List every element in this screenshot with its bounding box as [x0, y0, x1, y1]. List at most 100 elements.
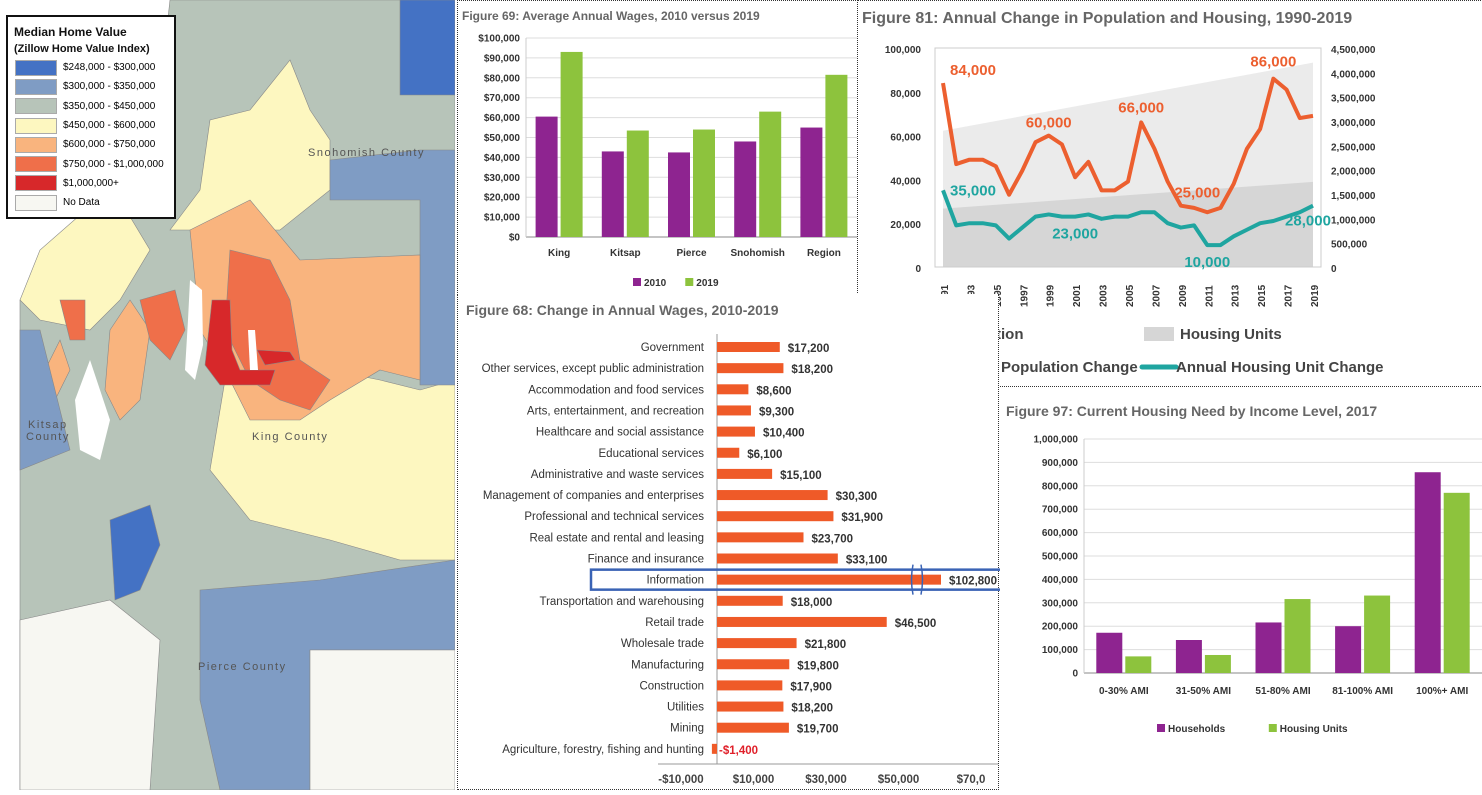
bar-housing-units	[1364, 595, 1391, 673]
category-label: Arts, entertainment, and recreation	[527, 405, 704, 417]
x-tick-label: Region	[807, 248, 841, 259]
legend-swatch	[1268, 724, 1277, 732]
chart-title: Figure 81: Annual Change in Population a…	[862, 10, 1352, 27]
legend-item: $350,000 - $450,000	[15, 97, 174, 116]
county-label-kitsap: Kitsap	[28, 419, 68, 431]
y-right-tick-label: 1,500,000	[1331, 191, 1376, 202]
y-tick-label: $10,000	[484, 213, 521, 224]
bar	[717, 616, 887, 627]
x-tick-label: 2013	[1231, 284, 1242, 307]
y-right-tick-label: 3,500,000	[1331, 94, 1376, 105]
bar	[717, 511, 834, 522]
bar-2010	[535, 116, 558, 237]
bar	[717, 680, 783, 691]
county-label-pierce: Pierce County	[198, 661, 287, 673]
x-tick-label: -$10,000	[658, 774, 703, 786]
bar	[717, 638, 797, 649]
data-label: 86,000	[1250, 54, 1296, 71]
y-right-tick-label: 0	[1331, 264, 1337, 275]
value-label: $15,100	[780, 470, 822, 482]
legend-item: $750,000 - $1,000,000	[15, 154, 174, 173]
x-tick-label: $50,000	[878, 774, 920, 786]
bar	[717, 701, 784, 712]
legend-swatch	[1144, 327, 1174, 341]
bar-housing-units	[1443, 492, 1470, 673]
value-label: $6,100	[747, 449, 782, 461]
data-label: 84,000	[950, 62, 996, 79]
bar-2019	[626, 130, 649, 237]
bar	[717, 490, 828, 501]
x-tick-label: 2011	[1204, 285, 1215, 307]
x-tick-label: 2015	[1257, 284, 1268, 307]
bar-2010	[668, 152, 690, 237]
x-tick-label: 100%+ AMI	[1416, 686, 1468, 697]
y-tick-label: 800,000	[1042, 481, 1079, 492]
y-right-tick-label: 4,500,000	[1331, 45, 1376, 56]
legend-swatch	[685, 278, 694, 286]
bar	[717, 659, 790, 670]
data-label: 23,000	[1052, 226, 1098, 243]
y-tick-label: $50,000	[484, 133, 521, 144]
bar-households	[1255, 622, 1282, 673]
legend-label: 2010	[644, 278, 667, 289]
x-tick-label: 0-30% AMI	[1099, 686, 1149, 697]
category-label: Government	[641, 342, 705, 354]
figure-68-panel: Figure 68: Change in Annual Wages, 2010-…	[457, 294, 1013, 790]
legend-item: $248,000 - $300,000	[15, 58, 174, 77]
bar	[717, 595, 783, 606]
category-label: Utilities	[667, 702, 704, 714]
bar	[717, 342, 780, 352]
category-label: Accommodation and food services	[528, 384, 704, 396]
y-left-tick-label: 40,000	[890, 176, 921, 187]
county-label-king: King County	[252, 431, 329, 443]
category-label: Manufacturing	[631, 659, 704, 671]
legend-swatch	[1157, 724, 1165, 732]
legend-label: Annual Housing Unit Change	[1176, 359, 1384, 376]
value-label: $102,800	[949, 576, 997, 588]
bar	[717, 574, 941, 585]
y-tick-label: 900,000	[1042, 458, 1079, 469]
x-tick-label: 1997	[1019, 284, 1030, 307]
legend-label: Households	[1168, 724, 1226, 735]
legend-label: Housing Units	[1280, 724, 1348, 735]
bar-2019	[693, 129, 715, 237]
bar-households	[1414, 472, 1441, 673]
legend-swatch	[15, 78, 57, 95]
y-left-tick-label: 20,000	[890, 220, 921, 231]
y-left-tick-label: 60,000	[890, 133, 921, 144]
bar	[711, 743, 717, 754]
category-label: Construction	[639, 680, 704, 692]
bar	[717, 363, 784, 374]
value-label: $8,600	[756, 385, 791, 397]
value-label: $17,200	[788, 343, 830, 355]
y-tick-label: 100,000	[1042, 645, 1079, 656]
legend-label: $600,000 - $750,000	[63, 139, 156, 151]
y-right-tick-label: 3,000,000	[1331, 118, 1376, 129]
y-left-tick-label: 100,000	[885, 45, 922, 56]
county-label-kitsap-2: County	[26, 431, 70, 443]
value-label: $18,000	[791, 597, 833, 609]
bar-2010	[601, 151, 624, 237]
value-label: $21,800	[805, 639, 847, 651]
data-label: 25,000	[1174, 184, 1220, 201]
x-tick-label: 1999	[1046, 284, 1057, 307]
bar-housing-units	[1284, 599, 1311, 673]
y-right-tick-label: 2,500,000	[1331, 142, 1376, 153]
bar	[717, 553, 838, 564]
legend-label: $750,000 - $1,000,000	[63, 158, 164, 170]
x-tick-label: 2001	[1072, 284, 1083, 307]
bar	[717, 405, 751, 416]
x-tick-label: 2009	[1178, 284, 1189, 307]
value-label: $18,200	[791, 364, 833, 376]
bar-housing-units	[1125, 656, 1152, 673]
category-label: Retail trade	[645, 617, 704, 629]
data-label: 60,000	[1026, 115, 1072, 132]
category-label: Finance and insurance	[588, 554, 704, 566]
legend-swatch	[15, 98, 57, 115]
category-label: Real estate and rental and leasing	[529, 532, 704, 544]
value-label: $19,700	[797, 724, 839, 736]
y-right-tick-label: 4,000,000	[1331, 69, 1376, 80]
bar	[717, 532, 804, 543]
bar-households	[1175, 640, 1202, 673]
data-label: 66,000	[1118, 99, 1164, 116]
